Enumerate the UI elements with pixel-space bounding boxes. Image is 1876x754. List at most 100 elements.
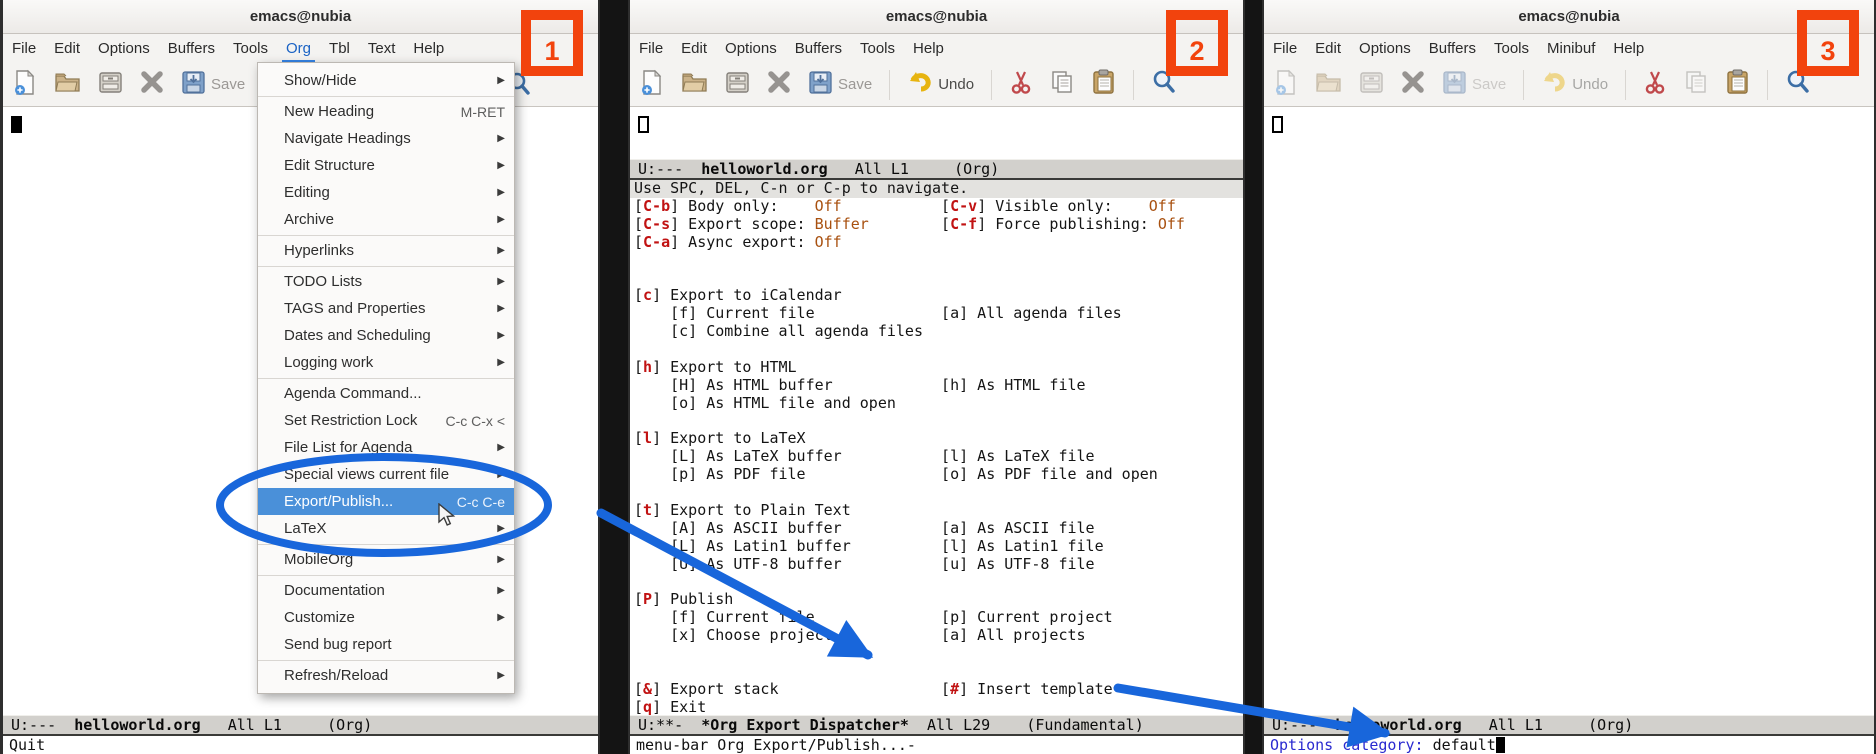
- emacs-frame-2: emacs@nubia FileEditOptionsBuffersToolsH…: [628, 0, 1245, 754]
- menubar-item-edit[interactable]: Edit: [45, 34, 89, 63]
- menubar-item-help[interactable]: Help: [904, 34, 953, 63]
- modeline: U:--- helloworld.org All L1 (Org): [1264, 715, 1874, 736]
- menu-item-special-views-current-file[interactable]: Special views current file▶: [258, 461, 514, 488]
- buffer-helloworld[interactable]: [1264, 107, 1874, 715]
- cut-icon[interactable]: [1643, 70, 1667, 100]
- menu-item-label: Send bug report: [284, 636, 505, 653]
- menubar-item-help[interactable]: Help: [404, 34, 453, 63]
- menu-item-mobileorg[interactable]: MobileOrg▶: [258, 546, 514, 573]
- menubar-item-org[interactable]: Org: [277, 34, 320, 63]
- menu-item-set-restriction-lock[interactable]: Set Restriction LockC-c C-x <: [258, 407, 514, 434]
- new-file-icon[interactable]: [13, 69, 37, 101]
- save-archive-icon[interactable]: [1359, 70, 1384, 100]
- text-cursor: [638, 116, 649, 133]
- menu-item-new-heading[interactable]: New HeadingM-RET: [258, 98, 514, 125]
- cut-icon[interactable]: [1009, 70, 1033, 100]
- menu-item-editing[interactable]: Editing▶: [258, 179, 514, 206]
- modeline-buffer-name: helloworld.org: [1335, 716, 1461, 734]
- new-file-icon[interactable]: [640, 69, 664, 101]
- menubar-item-tools[interactable]: Tools: [851, 34, 904, 63]
- menubar-item-tbl[interactable]: Tbl: [320, 34, 359, 63]
- menu-item-tags-and-properties[interactable]: TAGS and Properties▶: [258, 295, 514, 322]
- dispatcher-line: [L] As Latin1 buffer [l] As Latin1 file: [634, 538, 1243, 556]
- menu-item-navigate-headings[interactable]: Navigate Headings▶: [258, 125, 514, 152]
- open-folder-icon[interactable]: [1315, 70, 1342, 99]
- menubar-item-text[interactable]: Text: [359, 34, 405, 63]
- menu-item-dates-and-scheduling[interactable]: Dates and Scheduling▶: [258, 322, 514, 349]
- save-archive-icon[interactable]: [725, 70, 750, 100]
- save-archive-glyph: [98, 70, 123, 100]
- dispatcher-line: [q] Exit: [634, 699, 1243, 715]
- menu-item-agenda-command[interactable]: Agenda Command...: [258, 380, 514, 407]
- save-icon[interactable]: Save: [181, 70, 245, 100]
- menu-separator: [258, 660, 514, 661]
- menubar-item-minibuf[interactable]: Minibuf: [1538, 34, 1604, 63]
- dispatcher-line: [f] Current file [p] Current project: [634, 609, 1243, 627]
- menu-item-archive[interactable]: Archive▶: [258, 206, 514, 233]
- close-glyph: [767, 70, 791, 99]
- modeline-buffer-name: helloworld.org: [701, 160, 827, 178]
- text-cursor: [1272, 116, 1283, 133]
- paste-icon[interactable]: [1092, 69, 1116, 100]
- submenu-arrow-icon: ▶: [497, 187, 505, 198]
- menu-item-todo-lists[interactable]: TODO Lists▶: [258, 268, 514, 295]
- menubar-item-file[interactable]: File: [1264, 34, 1306, 63]
- minibuffer[interactable]: Options category: default: [1264, 736, 1874, 754]
- copy-icon[interactable]: [1684, 69, 1709, 100]
- menubar-item-buffers[interactable]: Buffers: [159, 34, 224, 63]
- cut-glyph: [1643, 70, 1667, 100]
- menubar-item-edit[interactable]: Edit: [1306, 34, 1350, 63]
- menu-item-edit-structure[interactable]: Edit Structure▶: [258, 152, 514, 179]
- menu-item-latex[interactable]: LaTeX▶: [258, 515, 514, 542]
- close-icon[interactable]: [140, 70, 164, 99]
- paste-icon[interactable]: [1726, 69, 1750, 100]
- menu-item-customize[interactable]: Customize▶: [258, 604, 514, 631]
- submenu-arrow-icon: ▶: [497, 554, 505, 565]
- menu-item-documentation[interactable]: Documentation▶: [258, 577, 514, 604]
- undo-icon[interactable]: Undo: [1541, 70, 1608, 99]
- menu-item-label: Dates and Scheduling: [284, 327, 489, 344]
- menu-item-label: Customize: [284, 609, 489, 626]
- menubar: FileEditOptionsBuffersToolsMinibufHelp: [1264, 34, 1874, 63]
- org-dropdown-menu: Show/Hide▶ New HeadingM-RETNavigate Headi…: [257, 62, 515, 694]
- menubar-item-buffers[interactable]: Buffers: [786, 34, 851, 63]
- menubar-item-file[interactable]: File: [3, 34, 45, 63]
- undo-icon[interactable]: Undo: [907, 70, 974, 99]
- open-folder-icon[interactable]: [681, 70, 708, 99]
- close-glyph: [1401, 70, 1425, 99]
- save-glyph: [808, 70, 833, 100]
- titlebar[interactable]: emacs@nubia: [3, 0, 598, 34]
- menu-item-refresh-reload[interactable]: Refresh/Reload▶: [258, 662, 514, 689]
- menubar: FileEditOptionsBuffersToolsOrgTblTextHel…: [3, 34, 598, 63]
- titlebar[interactable]: emacs@nubia: [630, 0, 1243, 34]
- menu-item-logging-work[interactable]: Logging work▶: [258, 349, 514, 376]
- menu-item-hyperlinks[interactable]: Hyperlinks▶: [258, 237, 514, 264]
- new-file-icon[interactable]: [1274, 69, 1298, 101]
- menubar-item-tools[interactable]: Tools: [1485, 34, 1538, 63]
- menubar-item-edit[interactable]: Edit: [672, 34, 716, 63]
- menu-item-export-publish[interactable]: Export/Publish...C-c C-e: [258, 488, 514, 515]
- undo-glyph: [1541, 70, 1567, 99]
- dispatcher-line: [C-s] Export scope: Buffer [C-f] Force p…: [634, 216, 1243, 234]
- copy-icon[interactable]: [1050, 69, 1075, 100]
- open-folder-icon[interactable]: [54, 70, 81, 99]
- menubar-item-buffers[interactable]: Buffers: [1420, 34, 1485, 63]
- menubar-item-file[interactable]: File: [630, 34, 672, 63]
- close-icon[interactable]: [1401, 70, 1425, 99]
- save-icon[interactable]: Save: [808, 70, 872, 100]
- toolbar-separator: [1133, 70, 1134, 100]
- menu-item-show-hide[interactable]: Show/Hide▶: [258, 67, 514, 94]
- close-icon[interactable]: [767, 70, 791, 99]
- buffer-helloworld[interactable]: [630, 107, 1243, 159]
- titlebar[interactable]: emacs@nubia: [1264, 0, 1874, 34]
- menubar-item-options[interactable]: Options: [1350, 34, 1420, 63]
- menubar-item-help[interactable]: Help: [1604, 34, 1653, 63]
- save-icon[interactable]: Save: [1442, 70, 1506, 100]
- menu-item-send-bug-report[interactable]: Send bug report: [258, 631, 514, 658]
- menubar-item-options[interactable]: Options: [89, 34, 159, 63]
- menu-item-label: New Heading: [284, 103, 461, 120]
- menu-item-file-list-for-agenda[interactable]: File List for Agenda▶: [258, 434, 514, 461]
- menubar-item-options[interactable]: Options: [716, 34, 786, 63]
- save-archive-icon[interactable]: [98, 70, 123, 100]
- menubar-item-tools[interactable]: Tools: [224, 34, 277, 63]
